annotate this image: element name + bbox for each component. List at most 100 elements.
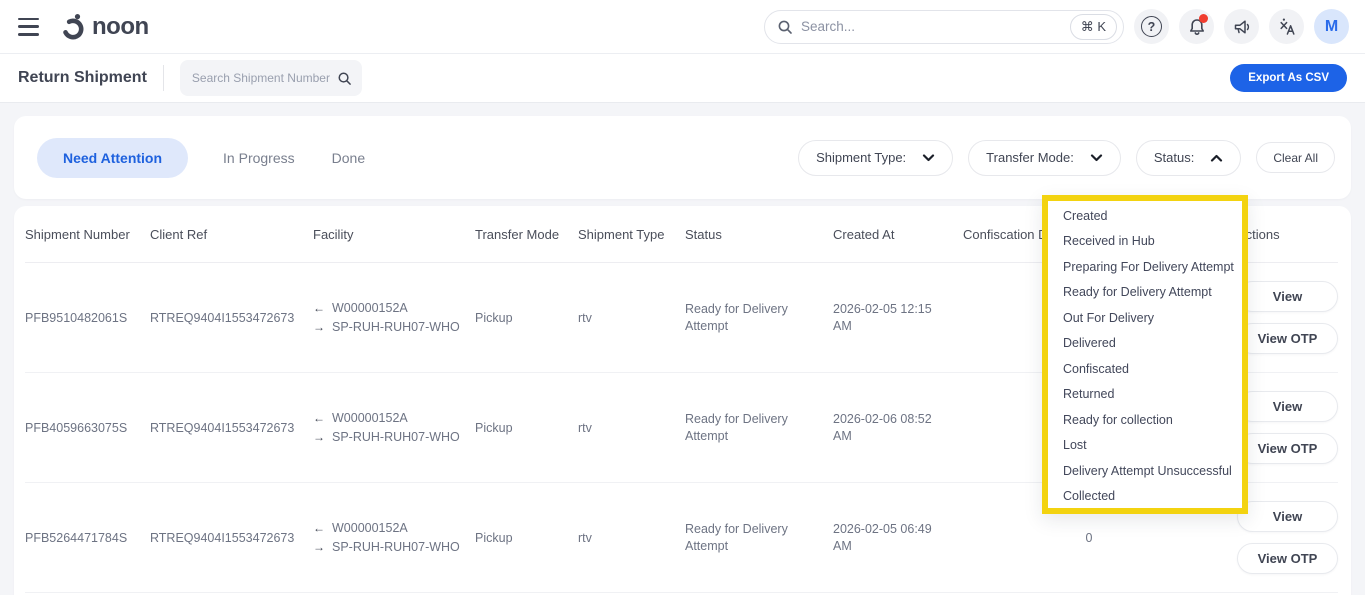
filter-shipment-type[interactable]: Shipment Type: bbox=[798, 139, 954, 176]
client-ref: RTREQ9404I1553472673 bbox=[150, 530, 295, 545]
transfer-mode: Pickup bbox=[475, 310, 513, 325]
facility-to: SP-RUH-RUH07-WHO bbox=[332, 539, 460, 554]
arrow-right-icon: → bbox=[313, 319, 325, 334]
notifications-button[interactable] bbox=[1179, 9, 1214, 44]
created-at: 2026-02-05 12:15 AM bbox=[833, 301, 932, 333]
view-otp-button[interactable]: View OTP bbox=[1237, 433, 1338, 464]
divider bbox=[162, 65, 164, 91]
status-option-confiscated[interactable]: Confiscated bbox=[1048, 356, 1242, 382]
avatar[interactable]: M bbox=[1314, 9, 1349, 44]
col-shipment-number: Shipment Number bbox=[25, 226, 130, 242]
arrow-left-icon: ← bbox=[313, 411, 325, 426]
status: Ready for Delivery Attempt bbox=[685, 301, 788, 333]
help-button[interactable]: ? bbox=[1134, 9, 1169, 44]
transfer-mode: Pickup bbox=[475, 530, 513, 545]
view-otp-button[interactable]: View OTP bbox=[1237, 543, 1338, 574]
shipment-number: PFB5264471784S bbox=[25, 530, 128, 545]
global-search-input[interactable] bbox=[801, 19, 1062, 34]
status: Ready for Delivery Attempt bbox=[685, 521, 788, 553]
filter-label: Transfer Mode: bbox=[986, 150, 1074, 165]
help-icon: ? bbox=[1141, 16, 1162, 37]
tab-done[interactable]: Done bbox=[330, 138, 367, 178]
status-dropdown: Created Received in Hub Preparing For De… bbox=[1042, 195, 1248, 514]
shipment-number: PFB4059663075S bbox=[25, 420, 128, 435]
shipment-type: rtv bbox=[578, 420, 592, 435]
col-facility: Facility bbox=[313, 226, 354, 242]
filter-status[interactable]: Status: bbox=[1135, 139, 1242, 176]
client-ref: RTREQ9404I1553472673 bbox=[150, 420, 295, 435]
arrow-left-icon: ← bbox=[313, 521, 325, 536]
status-option-ready-for-delivery-attempt[interactable]: Ready for Delivery Attempt bbox=[1048, 280, 1242, 306]
shipment-type: rtv bbox=[578, 310, 592, 325]
col-created-at: Created At bbox=[833, 226, 895, 242]
status-option-created[interactable]: Created bbox=[1048, 203, 1242, 229]
status-option-lost[interactable]: Lost bbox=[1048, 433, 1242, 459]
row-actions: View View OTP bbox=[1237, 501, 1338, 574]
filter-label: Status: bbox=[1153, 150, 1195, 165]
row-actions: View View OTP bbox=[1237, 391, 1338, 464]
search-icon bbox=[337, 71, 352, 86]
status: Ready for Delivery Attempt bbox=[685, 411, 788, 443]
status-option-delivered[interactable]: Delivered bbox=[1048, 331, 1242, 357]
tab-need-attention[interactable]: Need Attention bbox=[37, 137, 189, 178]
view-button[interactable]: View bbox=[1237, 281, 1338, 312]
announcements-button[interactable] bbox=[1224, 9, 1259, 44]
status-option-delivery-attempt-unsuccessful[interactable]: Delivery Attempt Unsuccessful bbox=[1048, 458, 1242, 484]
created-at: 2026-02-05 06:49 AM bbox=[833, 521, 932, 553]
status-option-ready-for-collection[interactable]: Ready for collection bbox=[1048, 407, 1242, 433]
col-client-ref: Client Ref bbox=[150, 226, 208, 242]
arrow-left-icon: ← bbox=[313, 301, 325, 316]
chevron-down-icon bbox=[922, 153, 935, 162]
view-button[interactable]: View bbox=[1237, 501, 1338, 532]
clear-all-button[interactable]: Clear All bbox=[1256, 142, 1335, 173]
tab-in-progress[interactable]: In Progress bbox=[221, 138, 297, 178]
notification-dot bbox=[1199, 14, 1208, 23]
noon-logo-icon bbox=[60, 13, 86, 41]
status-option-preparing-for-delivery-attempt[interactable]: Preparing For Delivery Attempt bbox=[1048, 254, 1242, 280]
status-option-out-for-delivery[interactable]: Out For Delivery bbox=[1048, 305, 1242, 331]
chevron-down-icon bbox=[1090, 153, 1103, 162]
col-transfer-mode: Transfer Mode bbox=[475, 226, 560, 242]
facility-to: SP-RUH-RUH07-WHO bbox=[332, 429, 460, 444]
attempts: 0 bbox=[1085, 530, 1093, 545]
filter-transfer-mode[interactable]: Transfer Mode: bbox=[968, 139, 1121, 176]
created-at: 2026-02-06 08:52 AM bbox=[833, 411, 932, 443]
row-actions: View View OTP bbox=[1237, 281, 1338, 354]
status-option-collected[interactable]: Collected bbox=[1048, 484, 1242, 510]
facility: ← W00000152A → SP-RUH-RUH07-WHO bbox=[313, 409, 475, 447]
page-title: Return Shipment bbox=[18, 69, 147, 86]
status-option-returned[interactable]: Returned bbox=[1048, 382, 1242, 408]
facility-from: W00000152A bbox=[332, 520, 408, 535]
export-csv-button[interactable]: Export As CSV bbox=[1230, 64, 1347, 92]
status-option-received-in-hub[interactable]: Received in Hub bbox=[1048, 229, 1242, 255]
tabs: Need Attention In Progress Done bbox=[37, 137, 367, 178]
noon-logo: noon bbox=[60, 13, 149, 41]
language-button[interactable] bbox=[1269, 9, 1304, 44]
shipment-number: PFB9510482061S bbox=[25, 310, 128, 325]
chevron-up-icon bbox=[1210, 154, 1223, 162]
page-header: Return Shipment Export As CSV bbox=[0, 54, 1365, 103]
view-button[interactable]: View bbox=[1237, 391, 1338, 422]
megaphone-icon bbox=[1232, 17, 1252, 37]
col-shipment-type: Shipment Type bbox=[578, 226, 665, 242]
shipment-search-input[interactable] bbox=[191, 71, 331, 85]
facility-from: W00000152A bbox=[332, 410, 408, 425]
col-actions: Actions bbox=[1237, 226, 1280, 242]
translate-icon bbox=[1277, 17, 1297, 37]
tabs-filters-card: Need Attention In Progress Done Shipment… bbox=[14, 116, 1351, 199]
facility-from: W00000152A bbox=[332, 300, 408, 315]
logo-text: noon bbox=[92, 12, 149, 40]
top-bar: noon ⌘ K ? bbox=[0, 0, 1365, 54]
client-ref: RTREQ9404I1553472673 bbox=[150, 310, 295, 325]
view-otp-button[interactable]: View OTP bbox=[1237, 323, 1338, 354]
shipment-type: rtv bbox=[578, 530, 592, 545]
col-confiscation: Confiscation Date bbox=[963, 226, 1066, 242]
filters: Shipment Type: Transfer Mode: Status: Cl… bbox=[798, 139, 1335, 176]
arrow-right-icon: → bbox=[313, 429, 325, 444]
facility-to: SP-RUH-RUH07-WHO bbox=[332, 319, 460, 334]
facility: ← W00000152A → SP-RUH-RUH07-WHO bbox=[313, 299, 475, 337]
global-search[interactable]: ⌘ K bbox=[764, 9, 1124, 44]
arrow-right-icon: → bbox=[313, 539, 325, 554]
menu-icon[interactable] bbox=[16, 17, 42, 37]
shipment-search[interactable] bbox=[179, 60, 362, 96]
